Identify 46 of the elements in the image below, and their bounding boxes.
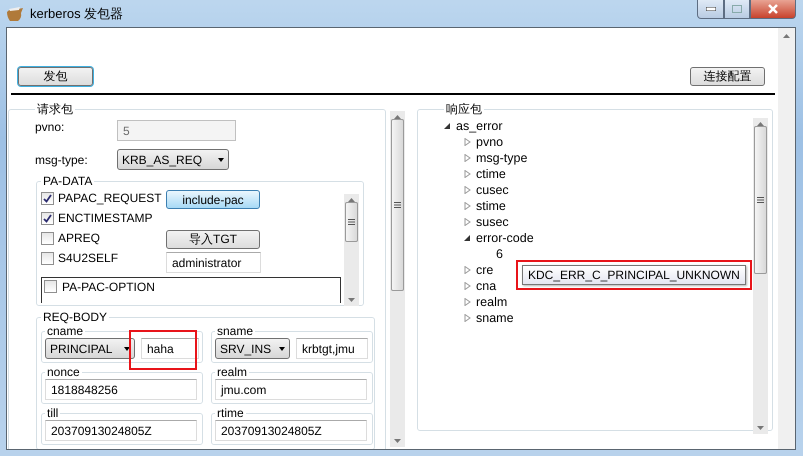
tree-item[interactable]: sname — [476, 311, 514, 325]
group-title: PA-DATA — [42, 174, 94, 188]
field-label: nonce — [46, 365, 81, 379]
send-button[interactable]: 发包 — [18, 67, 93, 86]
field-label: sname — [216, 324, 254, 338]
include-pac-button[interactable]: include-pac — [166, 190, 260, 209]
text-field[interactable]: 20370913024805Z — [215, 420, 367, 441]
tree-item[interactable]: cna — [476, 279, 496, 293]
tree-item[interactable]: realm — [476, 295, 508, 309]
field-label: pvno: — [35, 120, 66, 134]
tree-item[interactable]: susec — [476, 215, 509, 229]
name-field[interactable]: krbtgt,jmu — [296, 338, 368, 359]
field-label: realm — [216, 365, 248, 379]
tree-item[interactable]: ctime — [476, 167, 506, 181]
import-tgt-button[interactable]: 导入TGT — [166, 230, 260, 249]
checkbox-label: ENCTIMESTAMP — [58, 211, 152, 225]
text-field[interactable]: 1818848256 — [45, 379, 197, 400]
tree-item[interactable]: cre — [476, 263, 494, 277]
checkbox-label: PAPAC_REQUEST — [58, 191, 162, 205]
field-label: msg-type: — [35, 152, 89, 166]
text-field[interactable]: jmu.com — [215, 379, 367, 400]
tree-item[interactable]: cusec — [476, 183, 509, 197]
name-type-dropdown[interactable]: PRINCIPAL — [45, 338, 135, 359]
checkbox-label: PA-PAC-OPTION — [62, 280, 155, 294]
connection-settings-button[interactable]: 连接配置 — [690, 67, 765, 86]
checkbox-label: S4U2SELF — [58, 251, 118, 265]
field-label: rtime — [216, 406, 245, 420]
field-label: till — [46, 406, 60, 420]
msg-type-dropdown[interactable]: KRB_AS_REQ — [117, 149, 229, 170]
tree-item[interactable]: msg-type — [476, 151, 528, 165]
group-title: 请求包 — [36, 102, 74, 118]
checkbox-label: APREQ — [58, 231, 100, 245]
window-title: kerberos 发包器 — [30, 4, 124, 22]
tree-item[interactable]: error-code — [476, 231, 534, 245]
text-field[interactable]: 20370913024805Z — [45, 420, 197, 441]
name-field[interactable]: haha — [141, 338, 199, 359]
username-field[interactable]: administrator — [166, 252, 261, 273]
tooltip: KDC_ERR_C_PRINCIPAL_UNKNOWN — [522, 265, 746, 285]
group-title: REQ-BODY — [42, 310, 108, 324]
field-label: cname — [46, 324, 84, 338]
name-type-dropdown[interactable]: SRV_INS — [215, 338, 290, 359]
tree-item[interactable]: 6 — [496, 247, 503, 261]
group-title: 响应包 — [445, 101, 483, 118]
tree-item[interactable]: pvno — [476, 135, 504, 149]
tree-item[interactable]: stime — [476, 199, 506, 213]
tree-item[interactable]: as_error — [456, 119, 503, 133]
